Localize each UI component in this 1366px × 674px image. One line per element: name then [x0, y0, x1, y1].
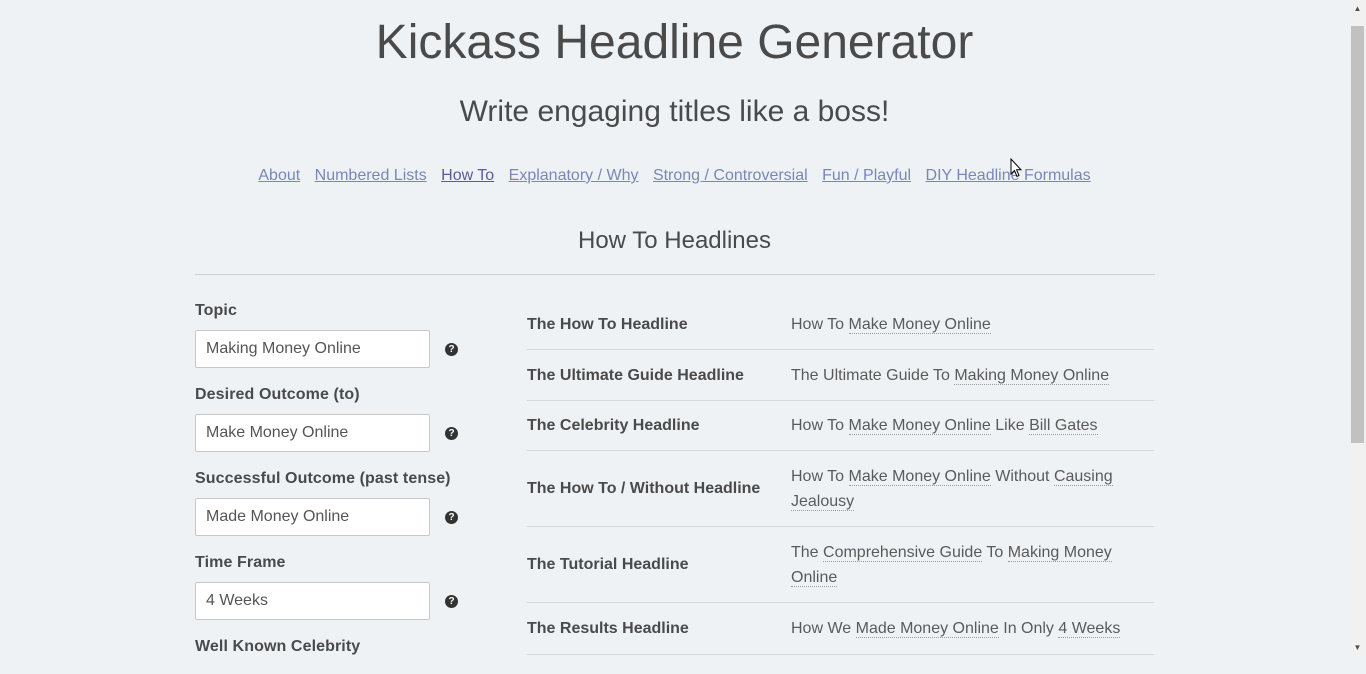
topic-field: Topic ? [195, 300, 485, 368]
help-icon[interactable]: ? [445, 510, 458, 524]
time-frame-input[interactable] [195, 582, 430, 620]
desired-outcome-input[interactable] [195, 414, 430, 452]
headline-text: The Comprehensive Guide To Making Money … [791, 526, 1154, 603]
nav-link-how-to[interactable]: How To [441, 167, 494, 184]
headline-type: The How To / Without Headline [527, 450, 791, 527]
scroll-up-arrow-icon[interactable]: ▲ [1349, 2, 1366, 16]
headline-text: How We Made Money Online In Only 4 Weeks [791, 602, 1154, 655]
headline-text: How To Make Money Online [791, 299, 1154, 350]
section-title: How To Headlines [578, 227, 771, 254]
scroll-down-arrow-icon[interactable]: ▼ [1349, 641, 1366, 655]
page-subtitle: Write engaging titles like a boss! [459, 95, 890, 128]
celebrity-label: Well Known Celebrity [195, 638, 361, 655]
headline-form: Topic ? Desired Outcome (to) ? Successfu… [195, 300, 485, 674]
successful-outcome-field: Successful Outcome (past tense) ? [195, 468, 485, 536]
time-frame-field: Time Frame ? [195, 552, 485, 620]
time-frame-label: Time Frame [195, 554, 286, 571]
page: Kickass Headline Generator Write engagin… [0, 0, 1349, 657]
nav-link-fun-playful[interactable]: Fun / Playful [822, 167, 911, 184]
table-row: The Celebrity Headline How To Make Money… [527, 400, 1154, 451]
section-divider [195, 274, 1155, 275]
celebrity-field: Well Known Celebrity [195, 636, 485, 658]
nav-link-about[interactable]: About [258, 167, 300, 184]
headline-type: The Celebrity Headline [527, 400, 791, 451]
successful-outcome-input[interactable] [195, 498, 430, 536]
headline-text: How To Make Money Online Like Bill Gates [791, 400, 1154, 451]
topic-input[interactable] [195, 330, 430, 368]
vertical-scrollbar[interactable]: ▲ ▼ [1349, 0, 1366, 657]
table-row: The Results Headline How We Made Money O… [527, 602, 1154, 655]
table-row: The Tutorial Headline The Comprehensive … [527, 526, 1154, 603]
page-title: Kickass Headline Generator [375, 16, 974, 69]
desired-outcome-field: Desired Outcome (to) ? [195, 384, 485, 452]
nav-link-diy-headline-formulas[interactable]: DIY Headline Formulas [926, 167, 1091, 184]
nav-link-numbered-lists[interactable]: Numbered Lists [315, 167, 427, 184]
table-row: The How To / Without Headline How To Mak… [527, 450, 1154, 527]
mouse-cursor-icon [1010, 158, 1022, 178]
nav-link-strong-controversial[interactable]: Strong / Controversial [653, 167, 808, 184]
topic-label: Topic [195, 302, 237, 319]
nav-link-explanatory-why[interactable]: Explanatory / Why [509, 167, 639, 184]
headline-text: How To Make Money Online Without Causing… [791, 450, 1154, 527]
headline-type: The How To Headline [527, 299, 791, 350]
help-icon[interactable]: ? [445, 342, 458, 356]
headline-results-table: The How To Headline How To Make Money On… [527, 299, 1154, 655]
desired-outcome-label: Desired Outcome (to) [195, 386, 360, 403]
help-icon[interactable]: ? [445, 426, 458, 440]
headline-type: The Ultimate Guide Headline [527, 349, 791, 401]
table-row: The How To Headline How To Make Money On… [527, 299, 1154, 350]
successful-outcome-label: Successful Outcome (past tense) [195, 470, 451, 487]
table-row: The Ultimate Guide Headline The Ultimate… [527, 349, 1154, 401]
help-icon[interactable]: ? [445, 594, 458, 608]
headline-text: The Ultimate Guide To Making Money Onlin… [791, 349, 1154, 401]
headline-type: The Results Headline [527, 602, 791, 655]
main-nav: About Numbered Lists How To Explanatory … [0, 165, 1349, 187]
headline-type: The Tutorial Headline [527, 526, 791, 603]
scrollbar-thumb[interactable] [1351, 26, 1364, 443]
